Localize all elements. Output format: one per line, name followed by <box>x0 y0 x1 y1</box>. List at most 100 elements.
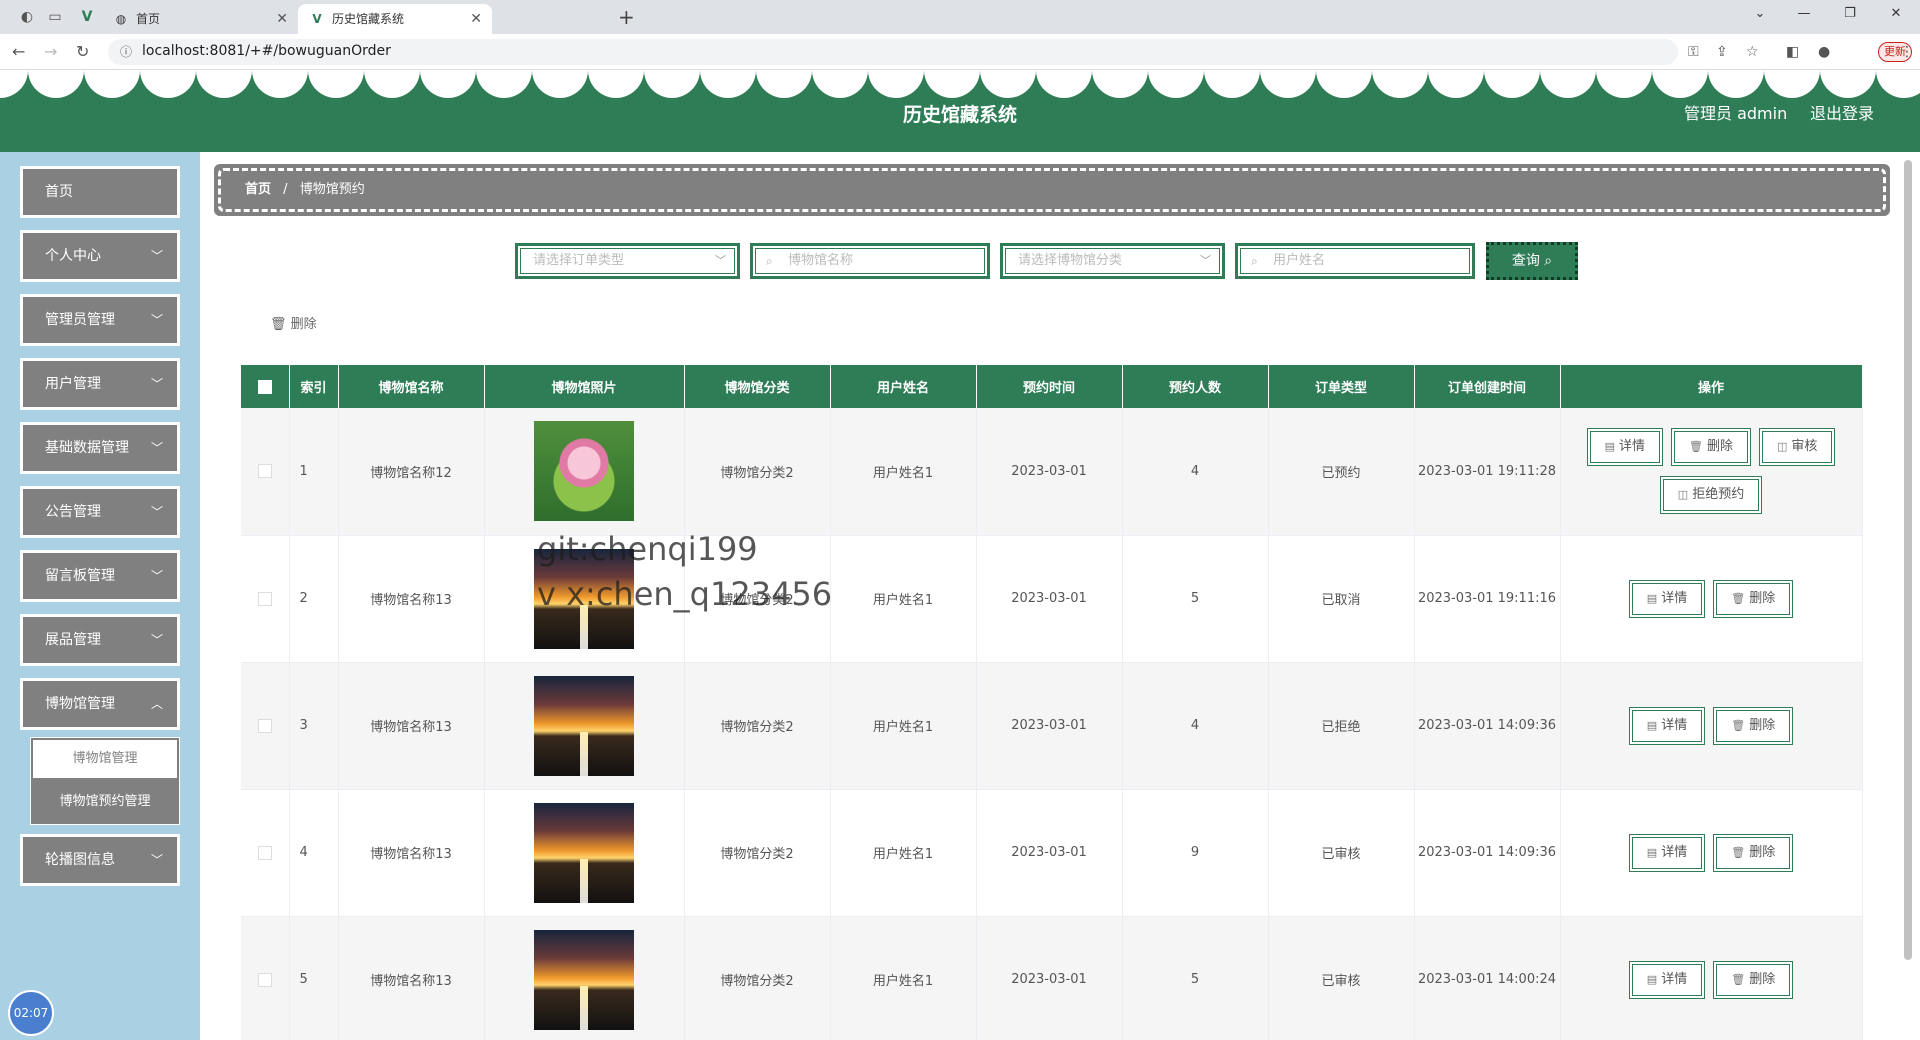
sidebar-item-user-management[interactable]: 用户管理 ﹀ <box>20 358 180 410</box>
cell-count: 4 <box>1122 408 1269 536</box>
submenu-item-museum[interactable]: 博物馆管理 <box>33 740 177 778</box>
sidebar-item-exhibits[interactable]: 展品管理 ﹀ <box>20 614 180 666</box>
cell-count: 9 <box>1122 789 1269 917</box>
order-type-placeholder: 请选择订单类型 <box>533 253 625 268</box>
cell-index: 1 <box>289 408 339 536</box>
cell-index: 3 <box>289 662 339 790</box>
more-icon[interactable]: ⋮ <box>1900 44 1914 60</box>
clock-badge: 02:07 <box>8 990 54 1036</box>
chevron-up-icon: ︿ <box>150 697 163 711</box>
delete-button[interactable]: 🗑 删除 <box>1713 960 1794 999</box>
delete-button[interactable]: 🗑 删除 <box>1713 579 1794 618</box>
reject-booking-button[interactable]: ◫ 拒绝预约 <box>1659 476 1763 515</box>
column-header: 预约时间 <box>976 365 1123 408</box>
cell-order-type: 已拒绝 <box>1268 662 1415 790</box>
url-field[interactable]: ⓘ localhost:8081/+#/bowuguanOrder <box>108 39 1678 65</box>
search-icon: ⌕ <box>766 254 773 268</box>
tab-home-title: 首页 <box>136 12 161 26</box>
detail-button[interactable]: ▤ 详情 <box>1628 706 1706 745</box>
sidebar-item-message-board[interactable]: 留言板管理 ﹀ <box>20 550 180 602</box>
chevron-down-icon: ﹀ <box>150 313 163 327</box>
delete-button[interactable]: 🗑 删除 <box>1671 428 1751 467</box>
forward-icon[interactable]: → <box>44 42 57 61</box>
column-header: 博物馆名称 <box>338 365 485 408</box>
detail-button[interactable]: ▤ 详情 <box>1628 833 1706 872</box>
maximize-icon[interactable]: ❐ <box>1830 6 1870 21</box>
back-icon[interactable]: ← <box>12 42 25 61</box>
audit-button[interactable]: ◫ 审核 <box>1758 428 1836 467</box>
breadcrumb-current: 博物馆预约 <box>299 182 365 197</box>
key-icon[interactable]: ⚿ <box>1688 44 1699 60</box>
app-title: 历史馆藏系统 <box>902 104 1017 126</box>
cell-museum-name: 博物馆名称12 <box>338 408 485 536</box>
bulk-delete-button[interactable]: 🗑 删除 <box>270 313 317 332</box>
cell-actions: ▤ 详情 🗑 删除 <box>1560 916 1863 1040</box>
column-header: 索引 <box>289 365 339 408</box>
select-all-checkbox[interactable] <box>241 365 290 408</box>
user-name-input[interactable]: ⌕ 用户姓名 <box>1235 243 1475 279</box>
sidebar-item-admin-management[interactable]: 管理员管理 ﹀ <box>20 294 180 346</box>
submenu-item-museum-booking[interactable]: 博物馆预约管理 <box>31 782 179 822</box>
close-window-icon[interactable]: ✕ <box>1876 6 1916 21</box>
new-tab-icon[interactable]: + <box>618 5 635 29</box>
sidebar-item-notice[interactable]: 公告管理 ﹀ <box>20 486 180 538</box>
current-user: 管理员 admin <box>1684 104 1788 123</box>
sidebar-item-base-data[interactable]: 基础数据管理 ﹀ <box>20 422 180 474</box>
row-checkbox[interactable] <box>241 408 290 536</box>
sunset-road-image <box>534 929 634 1030</box>
cell-user-name: 用户姓名1 <box>830 535 977 663</box>
sidebar-item-home[interactable]: 首页 <box>20 166 180 218</box>
tab-history-system[interactable]: V 历史馆藏系统 ✕ <box>298 4 492 34</box>
detail-button[interactable]: ▤ 详情 <box>1628 579 1706 618</box>
table-row: 5 博物馆名称13 博物馆分类2 用户姓名1 2023-03-01 5 已审核 … <box>241 916 1863 1040</box>
delete-button[interactable]: 🗑 删除 <box>1713 706 1794 745</box>
row-checkbox[interactable] <box>241 535 290 663</box>
detail-button[interactable]: ▤ 详情 <box>1586 428 1663 467</box>
chevron-down-icon: ﹀ <box>715 254 726 267</box>
sidebar-item-museum-management[interactable]: 博物馆管理 ︿ <box>20 678 180 730</box>
document-icon: ▤ <box>1604 440 1615 454</box>
museum-submenu: 博物馆管理 博物馆预约管理 <box>30 737 180 825</box>
tab-home[interactable]: ◍ 首页 ✕ <box>102 4 298 34</box>
sidebar-item-carousel[interactable]: 轮播图信息 ﹀ <box>20 834 180 886</box>
sidepanel-icon[interactable]: ◧ <box>1786 44 1799 60</box>
scallop-decoration <box>0 70 1920 98</box>
breadcrumb-home[interactable]: 首页 <box>245 182 271 197</box>
page-scrollbar[interactable] <box>1904 160 1912 960</box>
row-checkbox[interactable] <box>241 916 290 1040</box>
table-header-row: 索引 博物馆名称 博物馆照片 博物馆分类 用户姓名 预约时间 预约人数 订单类型… <box>241 365 1863 408</box>
table-row: 1 博物馆名称12 博物馆分类2 用户姓名1 2023-03-01 4 已预约 … <box>241 408 1863 536</box>
vue-tab-icon[interactable]: V <box>78 8 96 26</box>
user-name-placeholder: 用户姓名 <box>1273 253 1326 268</box>
museum-name-input[interactable]: ⌕ 博物馆名称 <box>750 243 990 279</box>
share-icon[interactable]: ⇪ <box>1716 44 1728 60</box>
column-header: 用户姓名 <box>830 365 977 408</box>
row-checkbox[interactable] <box>241 789 290 917</box>
close-tab-icon[interactable]: ✕ <box>470 4 482 34</box>
close-tab-icon[interactable]: ✕ <box>276 4 288 34</box>
sunset-road-image <box>534 802 634 903</box>
book-icon: ◫ <box>1776 440 1788 454</box>
cell-booking-date: 2023-03-01 <box>976 408 1123 536</box>
detail-button[interactable]: ▤ 详情 <box>1628 960 1706 999</box>
browser-menu-icon[interactable]: ◐ <box>18 8 36 26</box>
order-type-select[interactable]: 请选择订单类型 ﹀ <box>515 243 740 279</box>
address-bar: ← → ↻ ⓘ localhost:8081/+#/bowuguanOrder … <box>0 34 1920 70</box>
table-row: 2 博物馆名称13 博物馆分类2 用户姓名1 2023-03-01 5 已取消 … <box>241 535 1863 663</box>
profile-icon[interactable]: ● <box>1818 44 1830 60</box>
row-checkbox[interactable] <box>241 662 290 790</box>
query-button[interactable]: 查询 ⌕ <box>1486 242 1578 280</box>
logout-link[interactable]: 退出登录 <box>1810 100 1874 124</box>
blank-tab-icon[interactable]: ▭ <box>46 8 64 26</box>
sidebar-item-personal-center[interactable]: 个人中心 ﹀ <box>20 230 180 282</box>
site-info-icon[interactable]: ⓘ <box>120 43 132 60</box>
delete-button[interactable]: 🗑 删除 <box>1713 833 1794 872</box>
reject-label: 拒绝预约 <box>1692 487 1745 503</box>
museum-category-select[interactable]: 请选择博物馆分类 ﹀ <box>1000 243 1225 279</box>
star-icon[interactable]: ☆ <box>1746 44 1759 60</box>
cell-museum-photo <box>484 662 685 790</box>
reload-icon[interactable]: ↻ <box>76 42 89 61</box>
tab-search-icon[interactable]: ⌄ <box>1740 6 1780 21</box>
museum-category-placeholder: 请选择博物馆分类 <box>1018 253 1123 268</box>
minimize-icon[interactable]: — <box>1784 6 1824 21</box>
